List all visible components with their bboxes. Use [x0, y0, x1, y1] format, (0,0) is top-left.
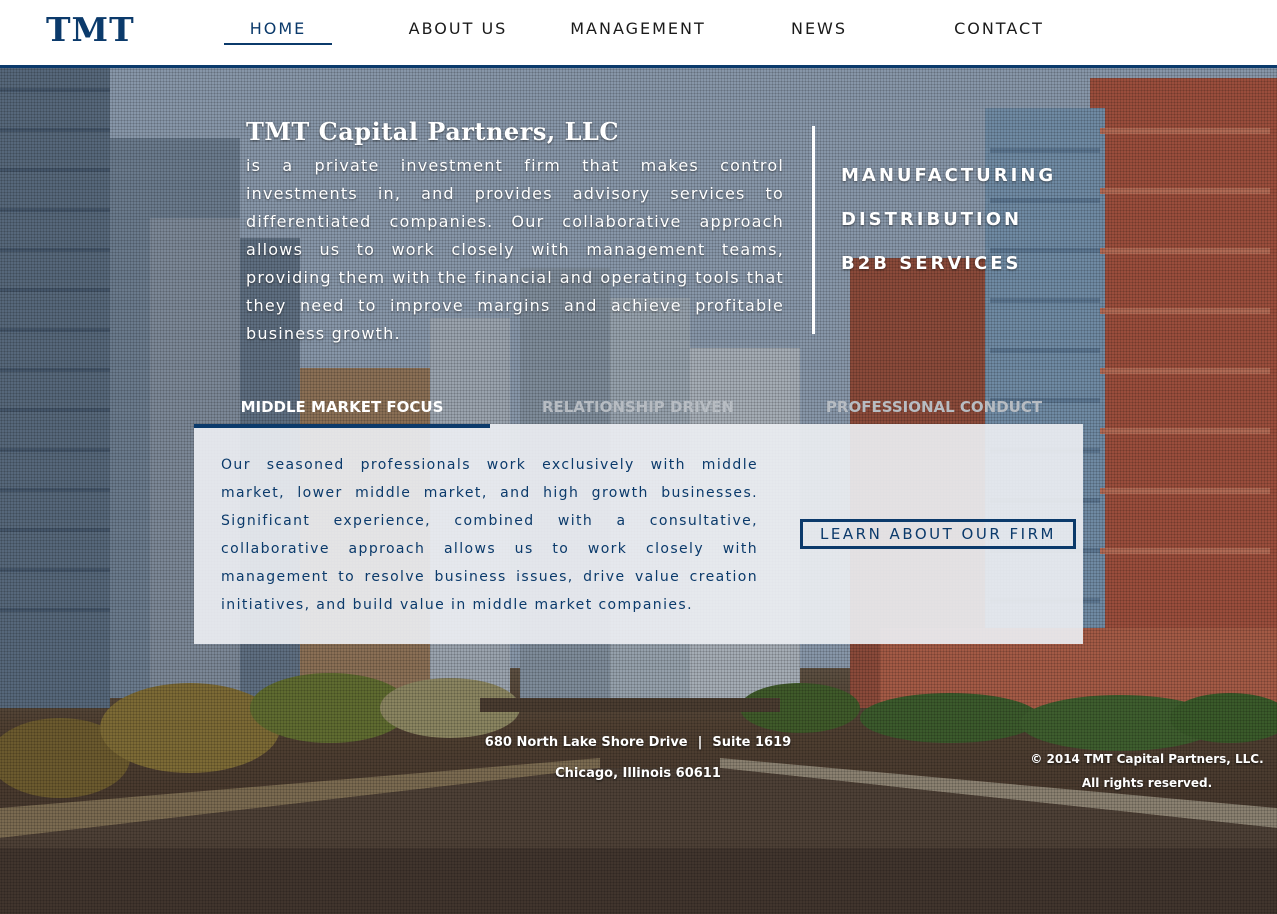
nav-news[interactable]: NEWS	[780, 19, 858, 45]
company-name-heading: TMT Capital Partners, LLC	[246, 117, 619, 146]
tab-relationship-driven[interactable]: RELATIONSHIP DRIVEN	[490, 398, 786, 416]
copyright-line-1: © 2014 TMT Capital Partners, LLC.	[1030, 752, 1264, 766]
copyright-notice: © 2014 TMT Capital Partners, LLC. All ri…	[1030, 747, 1264, 795]
learn-about-our-firm-button[interactable]: LEARN ABOUT OUR FIRM	[800, 519, 1076, 549]
copyright-line-2: All rights reserved.	[1081, 776, 1213, 790]
company-description: is a private investment firm that makes …	[246, 156, 784, 343]
address-line-1: 680 North Lake Shore Drive | Suite 1619	[430, 735, 846, 750]
sector-manufacturing: MANUFACTURING	[841, 165, 1057, 186]
address-separator: |	[697, 735, 703, 750]
site-header: TMT HOME ABOUT US MANAGEMENT NEWS CONTAC…	[0, 0, 1277, 68]
tab-panel: Our seasoned professionals work exclusiv…	[194, 424, 1083, 644]
nav-home[interactable]: HOME	[224, 19, 332, 45]
sector-b2b-services: B2B SERVICES	[841, 253, 1022, 274]
nav-management[interactable]: MANAGEMENT	[563, 19, 713, 45]
tab-middle-market-focus[interactable]: MIDDLE MARKET FOCUS	[194, 398, 490, 416]
nav-about-us[interactable]: ABOUT US	[400, 19, 516, 45]
site-logo[interactable]: TMT	[46, 10, 135, 49]
vertical-divider	[812, 126, 815, 334]
sector-distribution: DISTRIBUTION	[841, 209, 1023, 230]
tab-professional-conduct[interactable]: PROFESSIONAL CONDUCT	[786, 398, 1082, 416]
address-line-2: Chicago, Illinois 60611	[555, 766, 721, 781]
nav-contact[interactable]: CONTACT	[945, 19, 1053, 45]
active-tab-indicator	[194, 424, 490, 428]
suite-number: Suite 1619	[712, 735, 792, 750]
tab-panel-text: Our seasoned professionals work exclusiv…	[221, 457, 758, 613]
street-address: 680 North Lake Shore Drive	[484, 735, 688, 750]
